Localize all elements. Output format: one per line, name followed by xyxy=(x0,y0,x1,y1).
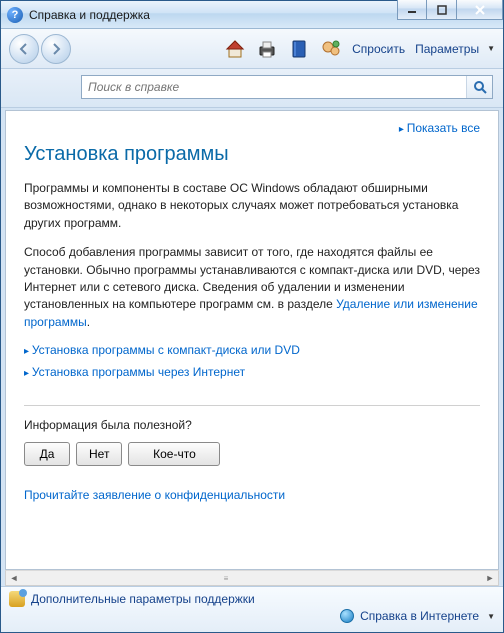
scroll-track[interactable]: ≡ xyxy=(22,571,482,585)
back-button[interactable] xyxy=(9,34,39,64)
search-box xyxy=(81,75,493,99)
chevron-down-icon[interactable]: ▼ xyxy=(487,612,495,621)
window-controls xyxy=(397,0,503,20)
para2-text-b: . xyxy=(87,315,90,329)
intro-paragraph-1: Программы и компоненты в составе ОС Wind… xyxy=(24,180,480,232)
show-all-link[interactable]: Показать все xyxy=(399,121,480,135)
browse-icon[interactable] xyxy=(285,35,313,63)
search-input[interactable] xyxy=(82,76,466,98)
feedback-buttons: Да Нет Кое-что xyxy=(24,442,480,466)
search-button[interactable] xyxy=(466,76,492,98)
maximize-button[interactable] xyxy=(427,0,457,20)
horizontal-scrollbar[interactable]: ◄ ≡ ► xyxy=(5,570,499,586)
ask-link[interactable]: Спросить xyxy=(348,42,409,56)
feedback-question: Информация была полезной? xyxy=(24,418,480,432)
privacy-link[interactable]: Прочитайте заявление о конфиденциальност… xyxy=(24,488,285,502)
no-button[interactable]: Нет xyxy=(76,442,122,466)
expand-install-from-disc[interactable]: Установка программы с компакт-диска или … xyxy=(24,343,300,357)
page-title: Установка программы xyxy=(24,143,480,166)
status-bar: Дополнительные параметры поддержки Справ… xyxy=(1,586,503,632)
print-icon[interactable] xyxy=(253,35,281,63)
somewhat-button[interactable]: Кое-что xyxy=(128,442,220,466)
minimize-button[interactable] xyxy=(397,0,427,20)
more-support-options-link[interactable]: Дополнительные параметры поддержки xyxy=(31,592,255,606)
search-row xyxy=(1,69,503,108)
yes-button[interactable]: Да xyxy=(24,442,70,466)
toolbar: Спросить Параметры ▼ xyxy=(1,29,503,69)
scroll-left-icon[interactable]: ◄ xyxy=(6,571,22,585)
help-icon: ? xyxy=(7,7,23,23)
expand-install-from-internet[interactable]: Установка программы через Интернет xyxy=(24,365,245,379)
online-help-link[interactable]: Справка в Интернете xyxy=(360,609,479,623)
options-link[interactable]: Параметры xyxy=(411,42,483,56)
globe-icon xyxy=(340,609,354,623)
window-title: Справка и поддержка xyxy=(29,8,150,22)
chevron-down-icon[interactable]: ▼ xyxy=(487,44,495,53)
content-area: Показать все Установка программы Програм… xyxy=(5,110,499,570)
ask-icon[interactable] xyxy=(317,35,345,63)
home-icon[interactable] xyxy=(221,35,249,63)
forward-button[interactable] xyxy=(41,34,71,64)
close-button[interactable] xyxy=(457,0,503,20)
intro-paragraph-2: Способ добавления программы зависит от т… xyxy=(24,244,480,331)
scroll-right-icon[interactable]: ► xyxy=(482,571,498,585)
support-icon xyxy=(9,591,25,607)
titlebar: ? Справка и поддержка xyxy=(1,1,503,29)
scroll-grip-icon[interactable]: ≡ xyxy=(206,572,246,584)
divider xyxy=(24,405,480,406)
